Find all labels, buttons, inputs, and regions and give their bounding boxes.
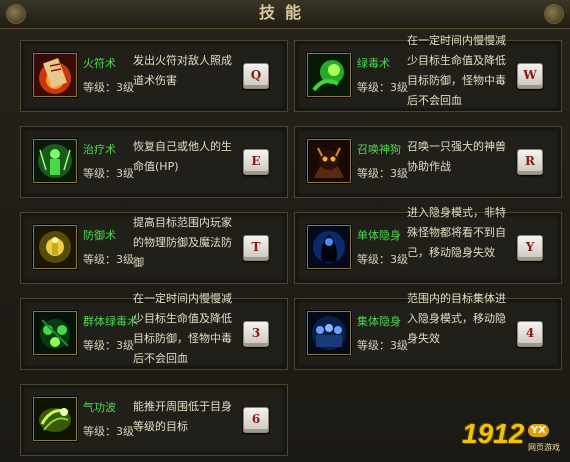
skill-card-green-poison[interactable]: 绿毒术 等级：3级 在一定时间内慢慢减少目标生命值及降低目标防御，怪物中毒后不会… — [294, 34, 562, 112]
hotkey-button[interactable]: T — [243, 235, 269, 261]
skill-description: 发出火符对敌人照成道术伤害 — [133, 54, 232, 87]
hotkey-button[interactable]: Y — [517, 235, 543, 261]
hotkey-button[interactable]: 4 — [517, 321, 543, 347]
skill-level: 等级：3级 — [83, 425, 134, 438]
green-poison-icon — [307, 53, 351, 97]
skill-level: 等级：3级 — [83, 81, 134, 94]
skill-description: 召唤一只强大的神兽协助作战 — [407, 140, 506, 173]
skill-description: 进入隐身模式，非特殊怪物都将看不到自己，移动隐身失效 — [407, 206, 506, 259]
skill-card-single-stealth[interactable]: 单体隐身 等级：3级 进入隐身模式，非特殊怪物都将看不到自己，移动隐身失效 Y — [294, 206, 562, 284]
skill-name: 群体绿毒术 — [83, 315, 138, 328]
hotkey-button[interactable]: 3 — [243, 321, 269, 347]
skill-description: 在一定时间内慢慢减少目标生命值及降低目标防御，怪物中毒后不会回血 — [407, 34, 506, 107]
single-stealth-icon — [307, 225, 351, 269]
skill-card-defense[interactable]: 防御术 等级：3级 提高目标范围内玩家的物理防御及魔法防御 T — [20, 212, 288, 284]
skill-name: 绿毒术 — [357, 57, 390, 70]
skill-level: 等级：3级 — [357, 81, 408, 94]
hotkey-button[interactable]: R — [517, 149, 543, 175]
hotkey-button[interactable]: W — [517, 63, 543, 89]
skill-name: 治疗术 — [83, 143, 116, 156]
healing-icon — [33, 139, 77, 183]
hotkey-button[interactable]: Q — [243, 63, 269, 89]
skill-description: 提高目标范围内玩家的物理防御及魔法防御 — [133, 216, 232, 269]
skill-description: 在一定时间内慢慢减少目标生命值及降低目标防御，怪物中毒后不会回血 — [133, 292, 232, 365]
group-stealth-icon — [307, 311, 351, 355]
watermark-subtitle: 网页游戏 — [528, 443, 560, 452]
skill-name: 单体隐身 — [357, 229, 401, 242]
skill-level: 等级：3级 — [357, 339, 408, 352]
qigong-wave-icon — [33, 397, 77, 441]
skill-description: 范围内的目标集体进入隐身模式，移动隐身失效 — [407, 292, 506, 345]
skill-description: 恢复自己或他人的生命值(HP) — [133, 140, 232, 173]
skill-level: 等级：3级 — [83, 253, 134, 266]
site-watermark-logo: 1912 YX 网页游戏 — [462, 418, 566, 458]
skill-card-summon-beast[interactable]: 召唤神狗 等级：3级 召唤一只强大的神兽协助作战 R — [294, 126, 562, 198]
window-title: 技能 — [258, 3, 311, 22]
skill-description: 能推开周围低于目身等级的目标 — [133, 400, 232, 433]
group-poison-icon — [33, 311, 77, 355]
summon-beast-icon — [307, 139, 351, 183]
skill-name: 火符术 — [83, 57, 116, 70]
hotkey-button[interactable]: E — [243, 149, 269, 175]
skill-card-group-stealth[interactable]: 集体隐身 等级：3级 范围内的目标集体进入隐身模式，移动隐身失效 4 — [294, 292, 562, 370]
skill-card-qigong-wave[interactable]: 气功波 等级：3级 能推开周围低于目身等级的目标 6 — [20, 384, 288, 456]
skills-window: 技能 火符术 等级：3级 发出火符对敌人照成道术伤害 Q 绿毒术 等级：3级 在… — [0, 0, 570, 462]
skill-level: 等级：3级 — [83, 339, 134, 352]
skill-card-group-poison[interactable]: 群体绿毒术 等级：3级 在一定时间内慢慢减少目标生命值及降低目标防御，怪物中毒后… — [20, 292, 288, 370]
skill-name: 防御术 — [83, 229, 116, 242]
hotkey-button[interactable]: 6 — [243, 407, 269, 433]
skill-level: 等级：3级 — [357, 167, 408, 180]
watermark-number: 1912 — [462, 418, 525, 449]
skill-card-fire-talisman[interactable]: 火符术 等级：3级 发出火符对敌人照成道术伤害 Q — [20, 40, 288, 112]
fire-talisman-icon — [33, 53, 77, 97]
defense-icon — [33, 225, 77, 269]
watermark-badge: YX — [528, 424, 549, 437]
skill-level: 等级：3级 — [83, 167, 134, 180]
skill-name: 召唤神狗 — [357, 143, 401, 156]
skill-level: 等级：3级 — [357, 253, 408, 266]
skill-name: 集体隐身 — [357, 315, 401, 328]
skill-card-healing[interactable]: 治疗术 等级：3级 恢复自己或他人的生命值(HP) E — [20, 126, 288, 198]
skill-name: 气功波 — [83, 401, 116, 414]
